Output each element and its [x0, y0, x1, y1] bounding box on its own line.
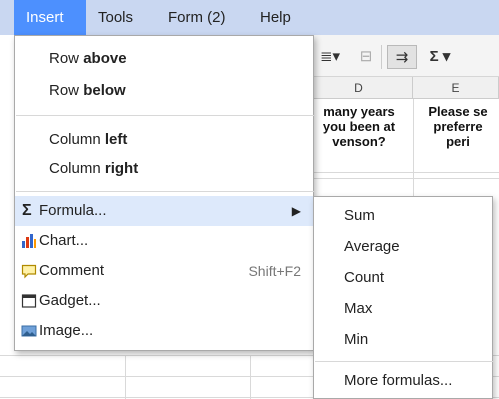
formula-label: Formula... [39, 202, 107, 219]
column-left-label: Column left [49, 131, 128, 148]
submenu-item-max[interactable]: Max [314, 294, 492, 324]
submenu-item-more-formulas[interactable]: More formulas... [314, 366, 492, 396]
functions-icon[interactable]: Σ ▾ [425, 45, 455, 69]
wrap-text-icon[interactable]: ⇉ [387, 45, 417, 69]
menu-separator [16, 115, 314, 116]
image-icon [21, 325, 37, 337]
submenu-item-average[interactable]: Average [314, 232, 492, 262]
submenu-separator [315, 361, 493, 362]
column-right-label: Column right [49, 160, 139, 177]
column-header-e[interactable]: E [413, 77, 499, 99]
menu-item-row-below[interactable]: Row below [15, 76, 313, 106]
menu-bar: Insert Tools Form (2) Help [0, 0, 499, 35]
submenu-item-min[interactable]: Min [314, 325, 492, 355]
menu-item-formula[interactable]: Σ Formula... ▶ [15, 196, 313, 226]
menu-help[interactable]: Help [248, 0, 308, 35]
comment-label: Comment [39, 262, 105, 279]
row-below-label: Row below [49, 82, 126, 99]
merge-cells-icon[interactable]: ⊟ [353, 45, 379, 69]
grid-line [250, 355, 251, 399]
menu-item-comment[interactable]: Comment Shift+F2 [15, 256, 313, 286]
toolbar: ≣▾ ⊟ ⇉ Σ ▾ [305, 35, 499, 77]
menu-separator [16, 191, 314, 192]
chart-icon [22, 234, 36, 248]
row-above-label: Row above [49, 50, 127, 67]
menu-item-column-right[interactable]: Column right [15, 154, 313, 184]
gadget-label: Gadget... [39, 292, 101, 309]
formula-submenu: Sum Average Count Max Min More formulas.… [313, 196, 493, 399]
menu-item-row-above[interactable]: Row above [15, 44, 313, 74]
grid-line [305, 172, 499, 173]
submenu-item-count[interactable]: Count [314, 263, 492, 293]
chart-label: Chart... [39, 232, 89, 249]
menu-insert[interactable]: Insert [14, 0, 86, 35]
submenu-arrow-icon: ▶ [291, 204, 301, 218]
cell-d1[interactable]: many years you been at venson? [305, 104, 413, 152]
submenu-item-sum[interactable]: Sum [314, 201, 492, 231]
gadget-icon [21, 294, 37, 308]
menu-item-image[interactable]: Image... [15, 316, 313, 346]
menu-tools[interactable]: Tools [86, 0, 156, 35]
toolbar-divider [381, 45, 382, 69]
menu-item-gadget[interactable]: Gadget... [15, 286, 313, 316]
menu-item-chart[interactable]: Chart... [15, 226, 313, 256]
comment-icon [21, 264, 37, 279]
sigma-icon: Σ [22, 202, 32, 219]
menu-item-column-left[interactable]: Column left [15, 125, 313, 155]
align-icon[interactable]: ≣▾ [315, 45, 345, 69]
cell-e1[interactable]: Please se preferre peri [413, 104, 499, 152]
grid-line [125, 355, 126, 399]
grid-line [305, 178, 499, 179]
menu-form[interactable]: Form (2) [156, 0, 248, 35]
column-header-d[interactable]: D [305, 77, 413, 99]
insert-menu: Row above Row below Column left Column r… [14, 35, 314, 351]
image-label: Image... [39, 322, 94, 339]
column-header-row: D E [305, 77, 499, 99]
comment-shortcut: Shift+F2 [248, 263, 301, 279]
